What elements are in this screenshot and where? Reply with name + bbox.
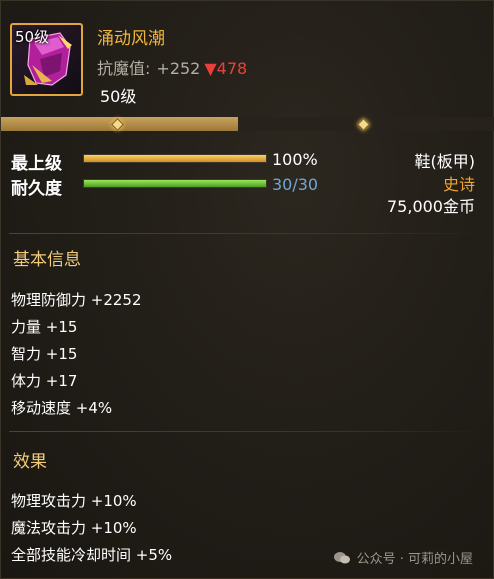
rarity-label: 史诗 (442, 175, 475, 194)
item-level-badge: 50级 (15, 28, 50, 46)
durability-bar-fill (84, 180, 266, 187)
attribute-line: 体力 +17 (11, 372, 78, 390)
attribute-line: 力量 +15 (11, 318, 78, 336)
magic-resist-diff: ▼478 (204, 59, 247, 78)
section-divider (9, 233, 487, 234)
down-triangle-icon: ▼ (204, 59, 217, 78)
wechat-icon (333, 551, 350, 563)
item-icon-frame[interactable]: 50级 (10, 23, 83, 96)
equipment-slot: 鞋(板甲) (414, 152, 476, 171)
effect-line: 魔法攻击力 +10% (11, 519, 137, 537)
section-divider (9, 431, 487, 432)
max-level-value: 100% (272, 150, 318, 169)
durability-label: 耐久度 (11, 179, 62, 199)
durability-bar (83, 179, 267, 188)
magic-resist-value: +252 (156, 59, 201, 78)
basic-info-title: 基本信息 (13, 250, 81, 270)
watermark: 公众号 · 可莉的小屋 (333, 548, 473, 567)
max-level-label: 最上级 (11, 154, 62, 174)
durability-value: 30/30 (272, 175, 319, 194)
item-tooltip-panel: 50级 涌动风潮 抗魔值: +252 ▼478 50级 最上级 100% 耐久度 3… (0, 0, 494, 579)
effect-line: 全部技能冷却时间 +5% (11, 546, 173, 564)
watermark-text: 公众号 · 可莉的小屋 (356, 552, 473, 567)
item-name: 涌动风潮 (97, 29, 165, 49)
effect-line: 物理攻击力 +10% (11, 492, 137, 510)
item-price: 75,000金币 (387, 197, 475, 216)
required-level: 50级 (100, 87, 137, 106)
attribute-line: 智力 +15 (11, 345, 78, 363)
magic-resist-diff-value: 478 (216, 59, 248, 78)
magic-resist-row: 抗魔值: +252 ▼478 (97, 55, 247, 79)
effects-title: 效果 (13, 452, 47, 472)
upgrade-progress-bar (1, 117, 494, 131)
attribute-line: 物理防御力 +2252 (11, 291, 142, 309)
attribute-line: 移动速度 +4% (11, 399, 113, 417)
max-level-bar (83, 154, 267, 163)
max-level-bar-fill (84, 155, 266, 162)
magic-resist-label: 抗魔值: (97, 59, 151, 78)
